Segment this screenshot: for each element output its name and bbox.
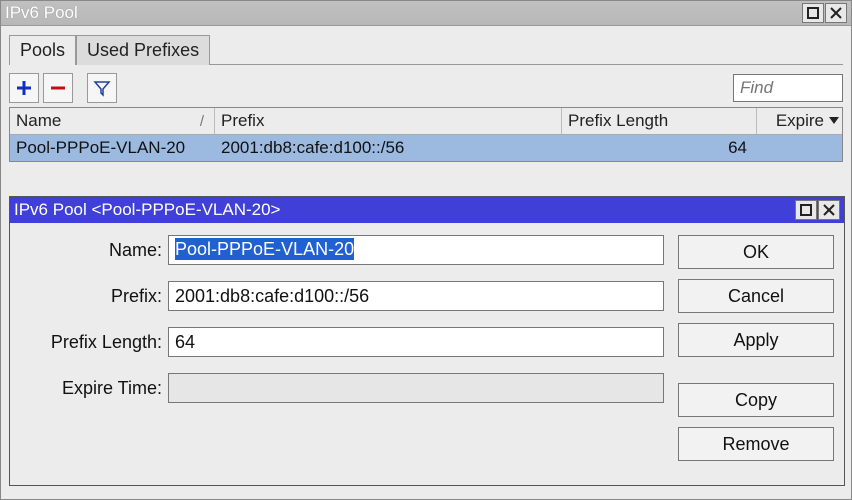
tab-pools[interactable]: Pools [9, 35, 76, 65]
main-close-button[interactable] [825, 3, 847, 23]
tab-used-prefixes[interactable]: Used Prefixes [76, 35, 210, 65]
main-maximize-button[interactable] [802, 3, 824, 23]
prefix-length-field[interactable] [168, 327, 664, 357]
column-header-name[interactable]: Name / [10, 108, 215, 134]
cell-expire [757, 147, 842, 149]
column-header-expire[interactable]: Expire [757, 108, 842, 134]
copy-button[interactable]: Copy [678, 383, 834, 417]
column-header-prefix-length[interactable]: Prefix Length [562, 108, 757, 134]
dialog-close-button[interactable] [818, 200, 840, 220]
form-fields: Name: Pool-PPPoE-VLAN-20 Prefix: Prefix … [20, 235, 664, 473]
prefix-field[interactable] [168, 281, 664, 311]
dropdown-arrow-icon [828, 111, 840, 131]
dialog-title: IPv6 Pool <Pool-PPPoE-VLAN-20> [14, 200, 795, 220]
cancel-button[interactable]: Cancel [678, 279, 834, 313]
pools-table: Name / Prefix Prefix Length Expire Pool-… [9, 107, 843, 162]
main-window-title: IPv6 Pool [5, 3, 802, 23]
cell-prefix-length: 64 [562, 137, 757, 159]
find-input[interactable] [733, 74, 843, 102]
toolbar [1, 65, 851, 107]
remove-button[interactable] [43, 73, 73, 103]
tabs-row: Pools Used Prefixes [1, 26, 851, 64]
label-prefix-length: Prefix Length: [20, 332, 162, 353]
label-name: Name: [20, 240, 162, 261]
cell-prefix: 2001:db8:cafe:d100::/56 [215, 137, 562, 159]
expire-time-field[interactable] [168, 373, 664, 403]
funnel-icon [93, 79, 111, 97]
label-prefix: Prefix: [20, 286, 162, 307]
remove-dialog-button[interactable]: Remove [678, 427, 834, 461]
dialog-maximize-button[interactable] [795, 200, 817, 220]
main-window: IPv6 Pool Pools Used Prefixes N [0, 0, 852, 500]
sort-indicator-icon: / [200, 113, 208, 130]
cell-name: Pool-PPPoE-VLAN-20 [10, 137, 215, 159]
dialog-buttons: OK Cancel Apply Copy Remove [678, 235, 834, 473]
minus-icon [49, 79, 67, 97]
label-expire-time: Expire Time: [20, 378, 162, 399]
add-button[interactable] [9, 73, 39, 103]
ok-button[interactable]: OK [678, 235, 834, 269]
pool-edit-dialog: IPv6 Pool <Pool-PPPoE-VLAN-20> Name: Poo… [9, 196, 845, 486]
filter-button[interactable] [87, 73, 117, 103]
table-header: Name / Prefix Prefix Length Expire [10, 108, 842, 135]
table-row[interactable]: Pool-PPPoE-VLAN-20 2001:db8:cafe:d100::/… [10, 135, 842, 161]
column-header-prefix[interactable]: Prefix [215, 108, 562, 134]
dialog-titlebar: IPv6 Pool <Pool-PPPoE-VLAN-20> [10, 197, 844, 223]
apply-button[interactable]: Apply [678, 323, 834, 357]
plus-icon [15, 79, 33, 97]
main-titlebar: IPv6 Pool [1, 1, 851, 26]
name-field[interactable]: Pool-PPPoE-VLAN-20 [168, 235, 664, 265]
